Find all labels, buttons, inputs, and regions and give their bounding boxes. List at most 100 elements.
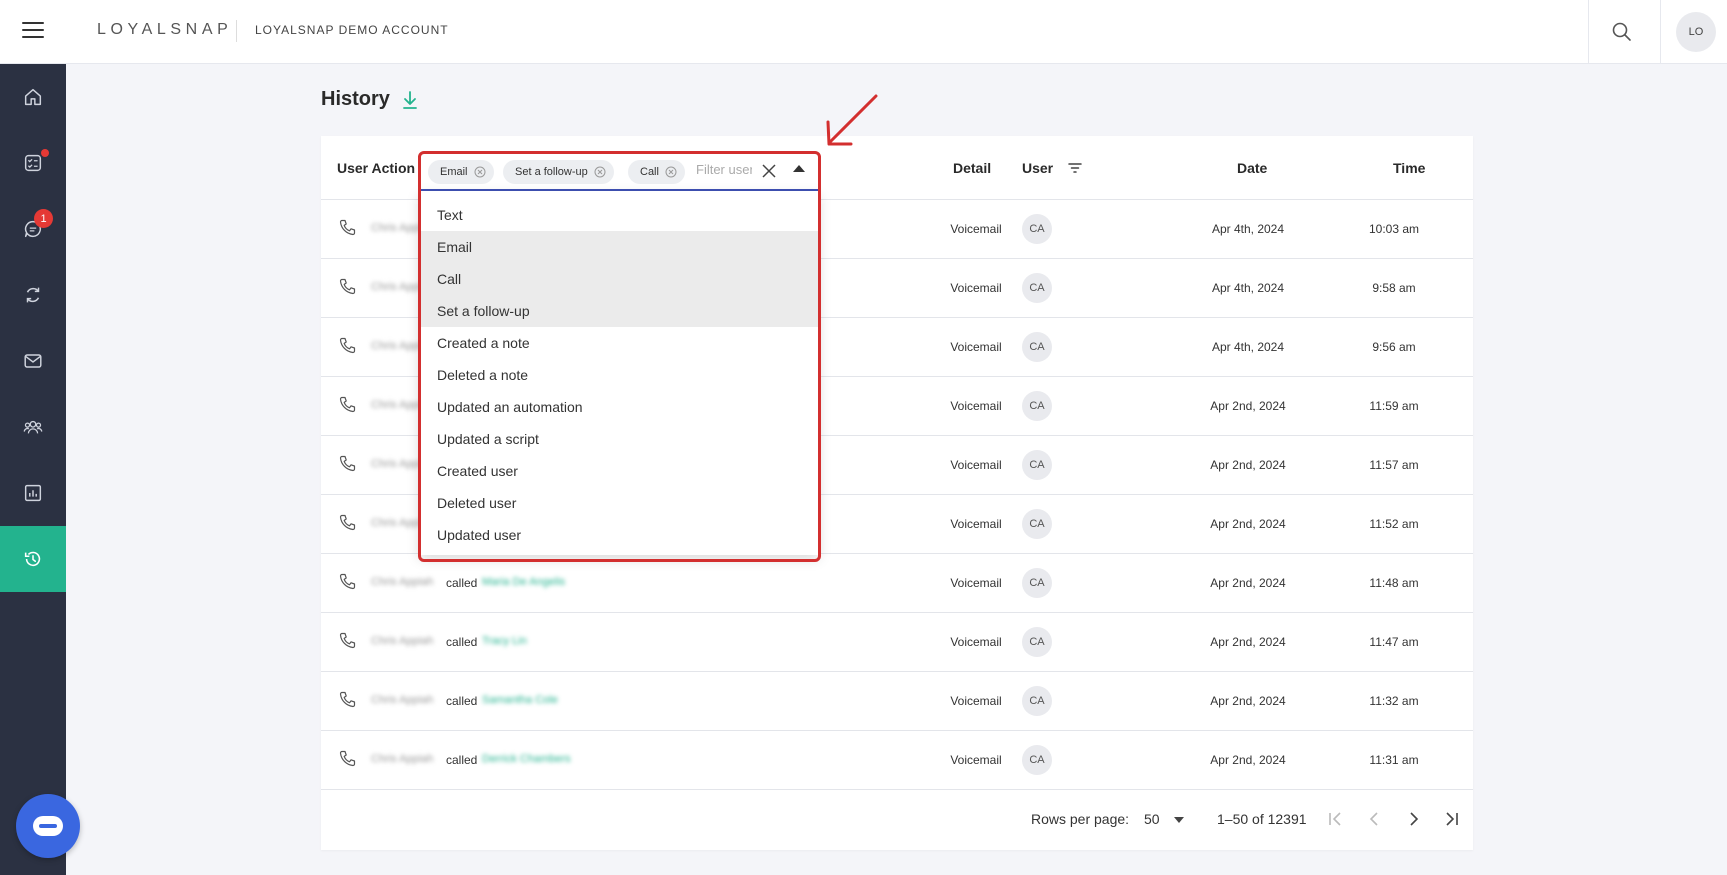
sidebar-item-sync[interactable] bbox=[0, 262, 66, 328]
filter-input[interactable] bbox=[696, 162, 752, 177]
column-header-detail: Detail bbox=[953, 160, 992, 176]
pagination: Rows per page: 50 1–50 of 12391 bbox=[321, 790, 1473, 850]
detail-cell: Voicemail bbox=[950, 458, 1002, 472]
first-page-icon[interactable] bbox=[1323, 807, 1347, 831]
detail-cell: Voicemail bbox=[950, 576, 1002, 590]
search-icon[interactable] bbox=[1610, 20, 1634, 44]
chat-support-button[interactable] bbox=[16, 794, 80, 858]
phone-icon bbox=[337, 631, 357, 651]
filter-option[interactable]: Updated a script bbox=[419, 423, 819, 455]
filter-chip[interactable]: Set a follow-up bbox=[503, 160, 614, 184]
table-row[interactable]: Chris Appiah called Derrick Chambers Voicem… bbox=[321, 731, 1473, 790]
next-page-icon[interactable] bbox=[1402, 807, 1426, 831]
page-title: History bbox=[321, 88, 390, 110]
detail-cell: Voicemail bbox=[950, 222, 1002, 236]
sidebar-item-history[interactable] bbox=[0, 526, 66, 592]
user-avatar: CA bbox=[1022, 686, 1052, 716]
user-avatar: CA bbox=[1022, 450, 1052, 480]
account-name: LOYALSNAP DEMO ACCOUNT bbox=[255, 23, 449, 37]
sidebar-item-home[interactable] bbox=[0, 64, 66, 130]
phone-icon bbox=[337, 277, 357, 297]
time-cell: 9:56 am bbox=[1372, 340, 1416, 354]
action-verb: called bbox=[446, 753, 478, 767]
filter-option[interactable]: Text bbox=[419, 199, 819, 231]
detail-cell: Voicemail bbox=[950, 753, 1002, 767]
last-page-icon[interactable] bbox=[1440, 807, 1464, 831]
chip-label: Set a follow-up bbox=[515, 166, 588, 178]
chip-label: Email bbox=[440, 166, 468, 178]
contact-link[interactable]: Samantha Cole bbox=[482, 694, 558, 706]
contact-link[interactable]: Tracy Lin bbox=[482, 635, 527, 647]
chat-icon bbox=[33, 816, 63, 836]
remove-chip-icon[interactable] bbox=[594, 166, 606, 178]
time-cell: 11:57 am bbox=[1369, 458, 1419, 472]
reports-icon bbox=[24, 484, 42, 502]
contact-link[interactable]: Maria De Angelis bbox=[482, 576, 565, 588]
phone-icon bbox=[337, 749, 357, 769]
filter-option[interactable]: Email bbox=[419, 231, 819, 263]
user-avatar: CA bbox=[1022, 214, 1052, 244]
filter-option[interactable]: Created user bbox=[419, 455, 819, 487]
top-bar: LOYALSNAP LOYALSNAP DEMO ACCOUNT LO bbox=[0, 0, 1727, 64]
phone-icon bbox=[337, 395, 357, 415]
time-cell: 11:32 am bbox=[1369, 694, 1419, 708]
download-icon[interactable] bbox=[400, 89, 420, 111]
previous-page-icon[interactable] bbox=[1362, 807, 1386, 831]
filter-option[interactable]: Updated an automation bbox=[419, 391, 819, 423]
filter-icon[interactable] bbox=[1067, 160, 1083, 176]
logo-divider bbox=[236, 20, 237, 42]
filter-chip[interactable]: Email bbox=[428, 160, 494, 184]
date-cell: Apr 2nd, 2024 bbox=[1210, 458, 1286, 472]
user-avatar: CA bbox=[1022, 509, 1052, 539]
sidebar-item-messages[interactable]: 1 bbox=[0, 196, 66, 262]
chevron-down-icon[interactable] bbox=[1174, 817, 1184, 823]
chevron-up-icon[interactable] bbox=[793, 165, 805, 172]
detail-cell: Voicemail bbox=[950, 517, 1002, 531]
sidebar-item-people[interactable] bbox=[0, 394, 66, 460]
time-cell: 9:58 am bbox=[1372, 281, 1416, 295]
rows-per-page-label: Rows per page: bbox=[1031, 811, 1130, 827]
remove-chip-icon[interactable] bbox=[665, 166, 677, 178]
time-cell: 10:03 am bbox=[1368, 222, 1420, 236]
rows-per-page-select[interactable]: 50 bbox=[1144, 811, 1160, 827]
filter-option[interactable]: Deleted a note bbox=[419, 359, 819, 391]
phone-icon bbox=[337, 454, 357, 474]
pagination-range: 1–50 of 12391 bbox=[1217, 811, 1307, 827]
table-row[interactable]: Chris Appiah called Tracy Lin Voicemail CA Ap… bbox=[321, 613, 1473, 672]
clear-icon[interactable] bbox=[761, 163, 777, 179]
filter-option[interactable]: Call bbox=[419, 263, 819, 295]
user-avatar: CA bbox=[1022, 273, 1052, 303]
column-header-user-action[interactable]: User Action bbox=[337, 160, 415, 176]
date-cell: Apr 2nd, 2024 bbox=[1210, 517, 1286, 531]
app-logo[interactable]: LOYALSNAP bbox=[97, 21, 232, 39]
filter-option[interactable]: Updated user bbox=[419, 519, 819, 551]
remove-chip-icon[interactable] bbox=[474, 166, 486, 178]
filter-option[interactable]: Set a follow-up bbox=[419, 295, 819, 327]
filter-option[interactable]: Deleted user bbox=[419, 487, 819, 519]
sidebar-item-reports[interactable] bbox=[0, 460, 66, 526]
filter-option[interactable]: Created a note bbox=[419, 327, 819, 359]
unread-badge: 1 bbox=[34, 209, 53, 228]
date-cell: Apr 4th, 2024 bbox=[1211, 340, 1285, 354]
mail-icon bbox=[24, 354, 42, 368]
tasks-icon bbox=[24, 154, 42, 172]
action-verb: called bbox=[446, 694, 478, 708]
table-row[interactable]: Chris Appiah called Maria De Angelis Voicem… bbox=[321, 554, 1473, 613]
filter-chip[interactable]: Call bbox=[628, 160, 685, 184]
date-cell: Apr 2nd, 2024 bbox=[1210, 694, 1286, 708]
hamburger-menu-icon[interactable] bbox=[22, 22, 44, 40]
column-header-date: Date bbox=[1237, 160, 1268, 176]
date-cell: Apr 2nd, 2024 bbox=[1210, 635, 1286, 649]
detail-cell: Voicemail bbox=[950, 340, 1002, 354]
sidebar: 1 bbox=[0, 64, 66, 875]
contact-link[interactable]: Derrick Chambers bbox=[482, 753, 571, 765]
detail-cell: Voicemail bbox=[950, 635, 1002, 649]
user-avatar: CA bbox=[1022, 627, 1052, 657]
user-action-filter[interactable]: Email Set a follow-up Call bbox=[419, 151, 819, 191]
user-avatar: CA bbox=[1022, 391, 1052, 421]
table-row[interactable]: Chris Appiah called Samantha Cole Voicemail… bbox=[321, 672, 1473, 731]
actor-name: Chris Appiah bbox=[371, 635, 434, 647]
sidebar-item-tasks[interactable] bbox=[0, 130, 66, 196]
user-avatar[interactable]: LO bbox=[1676, 12, 1716, 52]
sidebar-item-mail[interactable] bbox=[0, 328, 66, 394]
